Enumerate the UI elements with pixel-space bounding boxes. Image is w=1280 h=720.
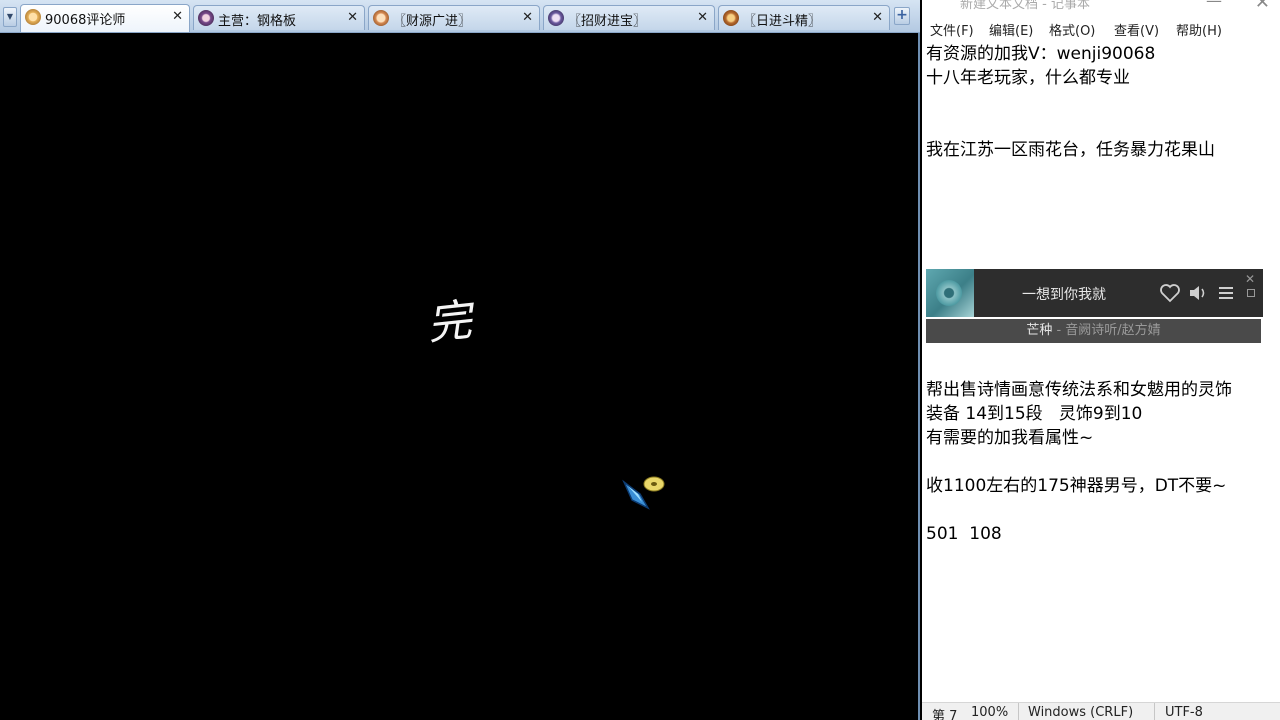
player-close-icon[interactable]: ✕ — [1245, 272, 1255, 286]
song-info-bar: 芒种 - 音阙诗听/赵方婧 — [926, 319, 1261, 343]
tab-close-icon[interactable]: ✕ — [872, 10, 883, 25]
status-bar: 第 7 100% Windows (CRLF) UTF-8 — [922, 702, 1280, 720]
tab-list-dropdown-button[interactable]: ▼ — [3, 7, 17, 27]
status-cursor-position: 第 7 — [932, 709, 958, 720]
game-cursor-icon — [622, 476, 665, 510]
character-avatar-icon — [548, 10, 564, 26]
menu-view[interactable]: 查看(V) — [1114, 20, 1159, 39]
menu-edit[interactable]: 编辑(E) — [989, 20, 1033, 39]
menu-help[interactable]: 帮助(H) — [1176, 20, 1222, 39]
disc-icon — [936, 280, 962, 306]
tab-close-icon[interactable]: ✕ — [347, 10, 358, 25]
notepad-window: 新建文本文档 - 记事本 — ✕ 文件(F) 编辑(E) 格式(O) 查看(V)… — [922, 0, 1280, 720]
tab-gangge[interactable]: 主营：钢格板 ✕ — [193, 5, 365, 30]
window-title: 新建文本文档 - 记事本 — [960, 0, 1090, 12]
tab-90068[interactable]: 90068评论师 ✕ — [20, 4, 190, 32]
player-restore-icon[interactable] — [1247, 289, 1255, 297]
song-name: 芒种 — [1026, 323, 1053, 338]
menu-bar: 文件(F) 编辑(E) 格式(O) 查看(V) 帮助(H) — [922, 17, 1280, 39]
status-divider — [1154, 703, 1155, 720]
game-client-window: ▼ 90068评论师 ✕ 主营：钢格板 ✕ 〖财源广进〗 ✕ 〖招财进宝〗 ✕ — [0, 0, 920, 720]
tab-label: 〖招财进宝〗 — [568, 14, 647, 29]
tab-label: 主营：钢格板 — [218, 14, 297, 29]
tab-bar: ▼ 90068评论师 ✕ 主营：钢格板 ✕ 〖财源广进〗 ✕ 〖招财进宝〗 ✕ — [0, 0, 920, 33]
close-icon[interactable]: ✕ — [1255, 0, 1270, 13]
tab-caiyuan[interactable]: 〖财源广进〗 ✕ — [368, 5, 540, 30]
notepad-titlebar: 新建文本文档 - 记事本 — ✕ — [922, 0, 1280, 14]
game-viewport[interactable]: 完 — [4, 34, 918, 720]
menu-file[interactable]: 文件(F) — [930, 20, 974, 39]
character-avatar-icon — [198, 10, 214, 26]
menu-format[interactable]: 格式(O) — [1049, 20, 1095, 39]
tab-label: 90068评论师 — [45, 13, 126, 28]
playlist-icon[interactable] — [1214, 281, 1238, 305]
status-encoding: UTF-8 — [1165, 705, 1203, 720]
notepad-text-area[interactable]: 有资源的加我V：wenji90068 十八年老玩家，什么都专业 我在江苏一区雨花… — [926, 42, 1276, 696]
status-divider — [1018, 703, 1019, 720]
tab-label: 〖财源广进〗 — [393, 14, 472, 29]
tab-label: 〖日进斗精〗 — [743, 14, 822, 29]
minimize-icon[interactable]: — — [1206, 0, 1222, 10]
music-mini-player[interactable]: 一想到你我就 ✕ — [926, 269, 1263, 317]
tab-rijin[interactable]: 〖日进斗精〗 ✕ — [718, 5, 890, 30]
album-art[interactable] — [926, 269, 974, 317]
tab-close-icon[interactable]: ✕ — [172, 9, 183, 24]
status-zoom: 100% — [971, 705, 1009, 720]
character-avatar-icon — [373, 10, 389, 26]
heart-icon[interactable] — [1158, 281, 1182, 305]
song-artist: - 音阙诗听/赵方婧 — [1052, 323, 1161, 338]
desktop: ▼ 90068评论师 ✕ 主营：钢格板 ✕ 〖财源广进〗 ✕ 〖招财进宝〗 ✕ — [0, 0, 1280, 720]
tab-close-icon[interactable]: ✕ — [522, 10, 533, 25]
status-line-ending: Windows (CRLF) — [1028, 705, 1134, 720]
song-title: 一想到你我就 — [1022, 287, 1106, 303]
volume-icon[interactable] — [1186, 281, 1210, 305]
character-avatar-icon — [723, 10, 739, 26]
tab-zhaocai[interactable]: 〖招财进宝〗 ✕ — [543, 5, 715, 30]
character-avatar-icon — [25, 9, 41, 25]
tab-close-icon[interactable]: ✕ — [697, 10, 708, 25]
new-tab-button[interactable]: + — [894, 7, 910, 25]
game-loading-glyph: 完 — [424, 294, 475, 351]
